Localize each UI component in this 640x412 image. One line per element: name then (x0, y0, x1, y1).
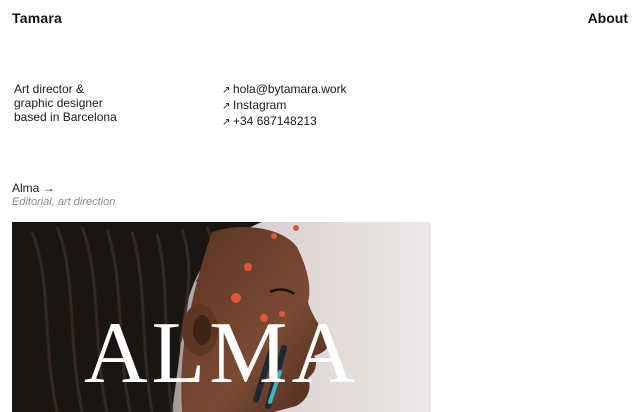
bio-text: Art director & graphic designer based in… (14, 82, 117, 124)
hero-title-text: ALMA (83, 305, 360, 402)
arrow-up-right-icon: ↗ (222, 85, 231, 96)
instagram-label: Instagram (233, 98, 287, 112)
bio-line: Art director & (14, 82, 85, 96)
project-hero-image[interactable]: ALMA (12, 222, 431, 412)
arrow-right-icon: → (42, 181, 55, 195)
arrow-up-right-icon: ↗ (222, 117, 231, 128)
project-title: Alma (12, 181, 40, 195)
bio-line: graphic designer (14, 96, 103, 110)
project-title-link[interactable]: Alma → (12, 181, 55, 195)
phone-label: +34 687148213 (233, 114, 317, 128)
contact-list: ↗ hola@bytamara.work ↗ Instagram ↗ +34 6871… (222, 82, 347, 130)
about-link[interactable]: About (588, 10, 628, 26)
instagram-link[interactable]: ↗ Instagram (222, 98, 347, 114)
phone-link[interactable]: ↗ +34 687148213 (222, 114, 347, 130)
arrow-up-right-icon: ↗ (222, 101, 231, 112)
email-label: hola@bytamara.work (233, 82, 347, 96)
project-subtitle: Editorial, art direction (12, 196, 116, 208)
email-link[interactable]: ↗ hola@bytamara.work (222, 82, 347, 98)
portfolio-page: Tamara About Art director & graphic desi… (0, 0, 640, 412)
bio-line: based in Barcelona (14, 110, 117, 124)
brand-logo[interactable]: Tamara (12, 10, 62, 26)
